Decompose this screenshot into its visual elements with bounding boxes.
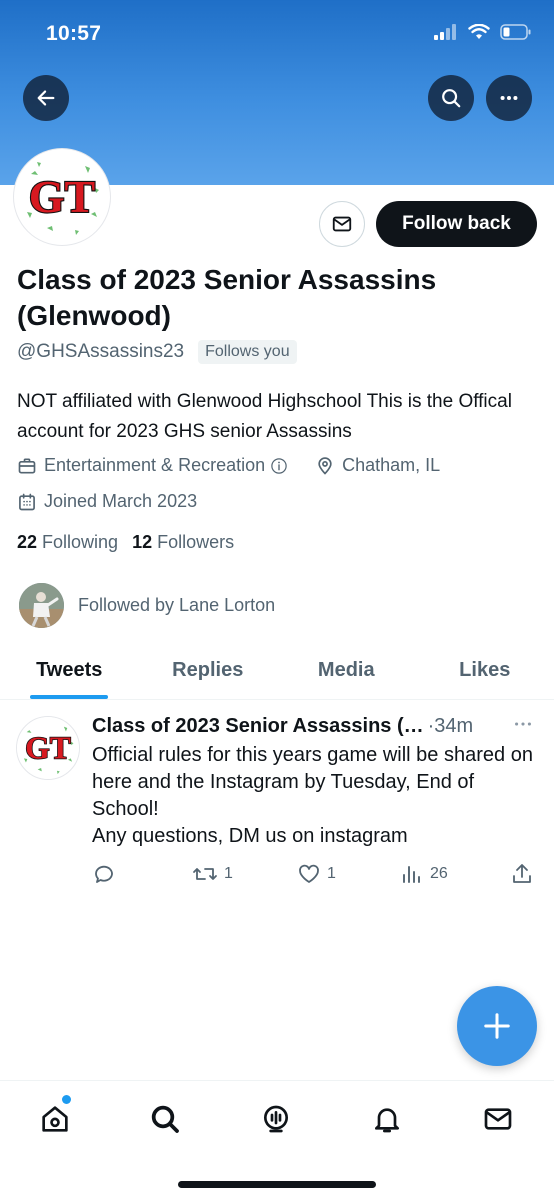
followed-by-text: Followed by Lane Lorton <box>78 595 276 615</box>
home-indicator <box>178 1181 376 1188</box>
nav-messages[interactable] <box>478 1099 518 1139</box>
profile-avatar[interactable]: GT <box>14 149 110 245</box>
share-icon <box>513 864 531 883</box>
search-button[interactable] <box>428 75 474 121</box>
handle-row: @GHSAssassins23 Follows you <box>17 340 297 364</box>
calendar-icon <box>17 492 37 512</box>
following-count: 22 <box>17 532 38 552</box>
map-pin-icon <box>315 456 335 476</box>
tweet-author[interactable]: Class of 2023 Senior Assassins (… <box>92 715 424 738</box>
tweet-actions: 1 1 26 <box>92 862 542 890</box>
bell-icon <box>375 1108 399 1133</box>
following-label: Following <box>42 532 119 552</box>
nav-spaces[interactable] <box>256 1099 296 1139</box>
followers-count: 12 <box>132 532 153 552</box>
follower-avatar <box>19 583 64 628</box>
gt-logo-small: GT <box>17 717 79 779</box>
mail-icon <box>484 1108 512 1130</box>
nav-explore[interactable] <box>145 1099 185 1139</box>
retweet-button[interactable]: 1 <box>192 862 233 886</box>
explore-icon <box>151 1105 179 1133</box>
heart-icon <box>299 864 319 883</box>
tab-tweets[interactable]: Tweets <box>0 642 139 699</box>
followers-link[interactable]: 12 Followers <box>132 532 234 553</box>
wifi-icon <box>468 24 490 39</box>
views-icon <box>403 866 420 883</box>
briefcase-icon <box>17 456 37 476</box>
tweet-text: Official rules for this years game will … <box>92 742 542 850</box>
status-icons <box>434 24 532 40</box>
reply-button[interactable] <box>92 862 116 886</box>
profile-bio: NOT affiliated with Glenwood Highschool … <box>17 391 512 442</box>
followers-label: Followers <box>157 532 235 552</box>
plus-icon <box>484 1013 510 1039</box>
profile-meta-row: Entertainment & Recreation Chatham, IL <box>17 455 440 476</box>
like-count: 1 <box>327 865 336 882</box>
reply-icon <box>95 865 113 883</box>
view-count: 26 <box>430 865 448 882</box>
tweet-body: Official rules for this years game will … <box>92 744 533 847</box>
more-horizontal-icon <box>515 722 531 726</box>
home-notification-dot <box>62 1095 71 1104</box>
status-bar: 10:57 <box>0 0 554 70</box>
message-button[interactable] <box>319 201 365 247</box>
compose-tweet-button[interactable] <box>457 986 537 1066</box>
retweet-icon <box>193 868 217 880</box>
nav-home[interactable] <box>35 1095 75 1139</box>
tweet-header: Class of 2023 Senior Assassins (… ·34m <box>92 715 542 738</box>
profile-joined: Joined March 2023 <box>44 491 198 511</box>
profile-location: Chatham, IL <box>342 455 441 475</box>
more-button[interactable] <box>486 75 532 121</box>
nav-notifications[interactable] <box>367 1099 407 1139</box>
tab-replies[interactable]: Replies <box>139 642 278 699</box>
signal-icon <box>434 24 456 40</box>
profile-tabs: Tweets Replies Media Likes <box>0 642 554 700</box>
like-button[interactable]: 1 <box>297 862 336 886</box>
tweet-avatar-text: GT <box>25 730 71 765</box>
tab-media[interactable]: Media <box>277 642 416 699</box>
more-horizontal-icon <box>500 95 518 101</box>
spaces-icon <box>264 1105 288 1133</box>
profile-category: Entertainment & Recreation <box>44 455 266 475</box>
following-link[interactable]: 22 Following <box>17 532 118 553</box>
status-time: 10:57 <box>46 22 102 45</box>
followed-by-row[interactable]: Followed by Lane Lorton <box>19 583 275 628</box>
info-icon[interactable] <box>270 457 288 475</box>
tweet-more-button[interactable] <box>512 713 534 740</box>
home-icon <box>42 1106 68 1132</box>
views-button[interactable]: 26 <box>400 862 448 886</box>
tweet-time[interactable]: ·34m <box>428 715 474 738</box>
back-button[interactable] <box>23 75 69 121</box>
follow-counts: 22 Following 12 Followers <box>17 532 234 553</box>
tab-likes[interactable]: Likes <box>416 642 554 699</box>
arrow-left-icon <box>37 90 55 106</box>
profile-joined-row: Joined March 2023 <box>17 491 197 512</box>
profile-handle: @GHSAssassins23 <box>17 341 185 362</box>
follows-you-badge: Follows you <box>198 340 297 364</box>
search-icon <box>442 89 461 108</box>
retweet-count: 1 <box>224 865 233 882</box>
battery-icon <box>500 24 531 40</box>
envelope-icon <box>332 216 352 232</box>
tweet-avatar[interactable]: GT <box>16 716 80 780</box>
gt-logo: GT <box>17 152 107 242</box>
avatar-text: GT <box>29 171 95 222</box>
follow-back-button[interactable]: Follow back <box>376 201 537 247</box>
share-button[interactable] <box>510 862 534 886</box>
profile-name: Class of 2023 Senior Assassins (Glenwood… <box>17 264 437 331</box>
